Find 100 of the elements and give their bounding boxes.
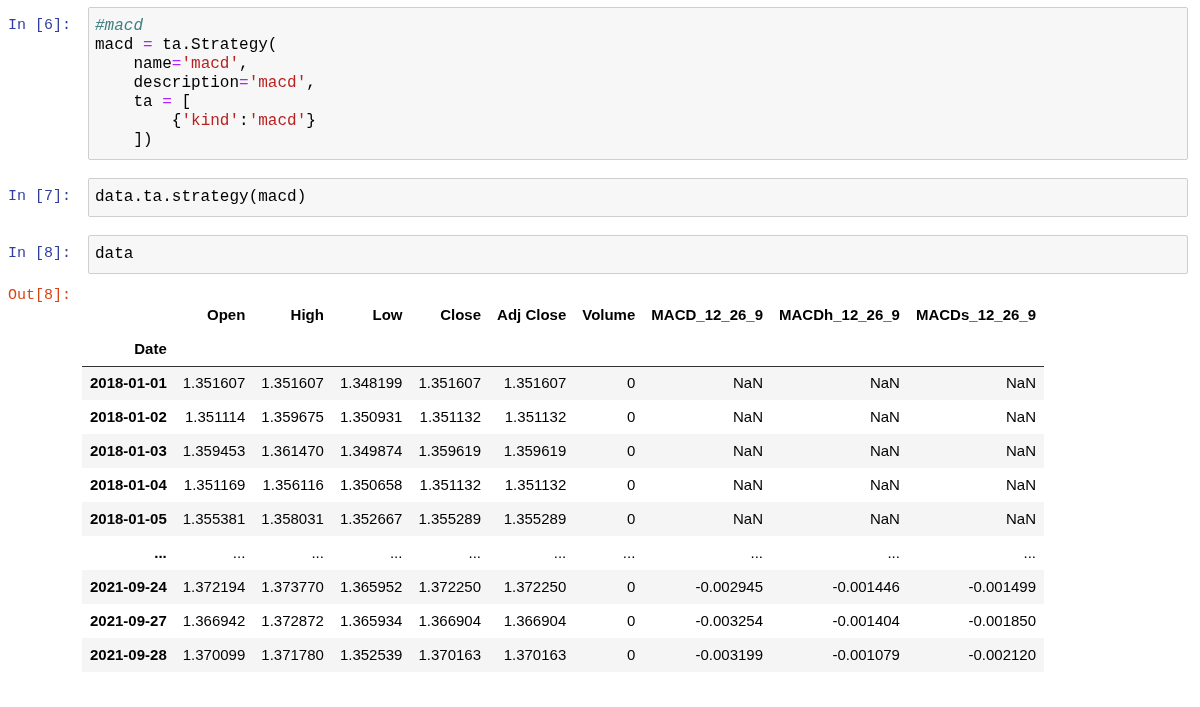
code-line: data bbox=[95, 245, 135, 264]
table-cell: 1.356116 bbox=[253, 468, 332, 502]
index-cell: ... bbox=[82, 536, 175, 570]
table-cell: -0.003199 bbox=[643, 638, 772, 672]
table-cell: ... bbox=[574, 536, 644, 570]
table-cell: 1.359619 bbox=[489, 434, 575, 468]
table-cell: 1.372250 bbox=[489, 570, 575, 604]
table-cell: NaN bbox=[907, 468, 1045, 502]
table-cell: 1.351607 bbox=[174, 366, 254, 400]
table-cell: 1.352539 bbox=[331, 638, 411, 672]
table-cell: 1.365952 bbox=[331, 570, 411, 604]
code-line: #macd bbox=[95, 17, 144, 36]
table-cell: -0.001446 bbox=[771, 570, 908, 604]
table-cell: ... bbox=[253, 536, 332, 570]
table-cell: 0 bbox=[574, 400, 644, 434]
table-cell: 1.355289 bbox=[489, 502, 575, 536]
table-cell: 1.372250 bbox=[410, 570, 490, 604]
table-cell: NaN bbox=[771, 502, 908, 536]
index-cell: 2018-01-04 bbox=[82, 468, 175, 502]
table-cell: NaN bbox=[771, 468, 908, 502]
index-cell: 2018-01-05 bbox=[82, 502, 175, 536]
table-cell: ... bbox=[331, 536, 411, 570]
table-cell: 0 bbox=[574, 604, 644, 638]
table-cell: 1.351607 bbox=[489, 366, 575, 400]
column-header: Close bbox=[439, 304, 483, 325]
index-cell: 2018-01-01 bbox=[82, 366, 175, 400]
table-cell: -0.002120 bbox=[907, 638, 1045, 672]
table-cell: -0.001404 bbox=[771, 604, 908, 638]
table-cell: 1.355381 bbox=[174, 502, 254, 536]
table-cell: ... bbox=[489, 536, 575, 570]
table-cell: 1.365934 bbox=[331, 604, 411, 638]
table-cell: 1.366904 bbox=[410, 604, 490, 638]
table-cell: 1.366904 bbox=[489, 604, 575, 638]
table-cell: 1.351132 bbox=[489, 400, 575, 434]
table-cell: 1.355289 bbox=[410, 502, 490, 536]
table-cell: 1.359675 bbox=[253, 400, 332, 434]
table-cell: 1.359453 bbox=[174, 434, 254, 468]
index-cell: 2018-01-03 bbox=[82, 434, 175, 468]
table-cell: NaN bbox=[643, 502, 772, 536]
column-header: MACDs_12_26_9 bbox=[914, 304, 1038, 325]
code-line: ta = [ bbox=[132, 93, 193, 112]
code-cell[interactable]: data.ta.strategy(macd) bbox=[88, 178, 1188, 217]
code-cell[interactable]: data bbox=[88, 235, 1188, 274]
code-line: {'kind':'macd'} bbox=[170, 112, 317, 131]
table-cell: NaN bbox=[907, 434, 1045, 468]
table-cell: 0 bbox=[574, 638, 644, 672]
table-cell: NaN bbox=[771, 400, 908, 434]
column-header: Open bbox=[205, 304, 247, 325]
index-cell: 2021-09-27 bbox=[82, 604, 175, 638]
output-prompt: Out[8]: bbox=[7, 286, 72, 305]
table-cell: ... bbox=[643, 536, 772, 570]
table-cell: 1.348199 bbox=[331, 366, 411, 400]
table-cell: 1.351607 bbox=[253, 366, 332, 400]
column-header: MACD_12_26_9 bbox=[650, 304, 765, 325]
code-line: description='macd', bbox=[132, 74, 317, 93]
code-line: data.ta.strategy(macd) bbox=[95, 188, 308, 207]
table-cell: ... bbox=[174, 536, 254, 570]
index-cell: 2021-09-24 bbox=[82, 570, 175, 604]
table-cell: 1.351169 bbox=[174, 468, 254, 502]
table-cell: NaN bbox=[907, 502, 1045, 536]
table-cell: NaN bbox=[771, 434, 908, 468]
table-cell: 1.371780 bbox=[253, 638, 332, 672]
table-cell: 1.370099 bbox=[174, 638, 254, 672]
table-cell: 1.361470 bbox=[253, 434, 332, 468]
column-header: Low bbox=[371, 304, 404, 325]
table-cell: 1.366942 bbox=[174, 604, 254, 638]
table-cell: 0 bbox=[574, 468, 644, 502]
column-header: Volume bbox=[581, 304, 637, 325]
table-cell: NaN bbox=[643, 468, 772, 502]
table-cell: 1.350658 bbox=[331, 468, 411, 502]
index-cell: 2018-01-02 bbox=[82, 400, 175, 434]
table-cell: ... bbox=[907, 536, 1045, 570]
table-cell: 1.351607 bbox=[410, 366, 490, 400]
table-cell: 1.370163 bbox=[489, 638, 575, 672]
table-cell: -0.002945 bbox=[643, 570, 772, 604]
table-cell: 1.358031 bbox=[253, 502, 332, 536]
table-cell: 0 bbox=[574, 434, 644, 468]
input-prompt: In [6]: bbox=[7, 16, 72, 35]
table-cell: 0 bbox=[574, 502, 644, 536]
table-cell: -0.001850 bbox=[907, 604, 1045, 638]
table-cell: NaN bbox=[907, 366, 1045, 400]
table-cell: 1.372872 bbox=[253, 604, 332, 638]
index-header: Date bbox=[82, 332, 175, 366]
code-line: name='macd', bbox=[132, 55, 250, 74]
table-cell: 1.370163 bbox=[410, 638, 490, 672]
table-cell: ... bbox=[771, 536, 908, 570]
input-prompt: In [7]: bbox=[7, 187, 72, 206]
table-cell: 0 bbox=[574, 366, 644, 400]
table-cell: NaN bbox=[771, 366, 908, 400]
table-cell: 1.372194 bbox=[174, 570, 254, 604]
column-header: MACDh_12_26_9 bbox=[778, 304, 901, 325]
table-cell: 0 bbox=[574, 570, 644, 604]
column-header: Adj Close bbox=[496, 304, 568, 325]
table-cell: 1.373770 bbox=[253, 570, 332, 604]
table-cell: 1.352667 bbox=[331, 502, 411, 536]
table-cell: 1.350931 bbox=[331, 400, 411, 434]
code-line: ]) bbox=[132, 131, 154, 150]
code-line: macd = ta.Strategy( bbox=[95, 36, 279, 55]
input-prompt: In [8]: bbox=[7, 244, 72, 263]
code-cell[interactable]: #macd macd = ta.Strategy( name='macd', description='macd', ta = [ {'kind':'macd'} ]) bbox=[88, 7, 1188, 160]
